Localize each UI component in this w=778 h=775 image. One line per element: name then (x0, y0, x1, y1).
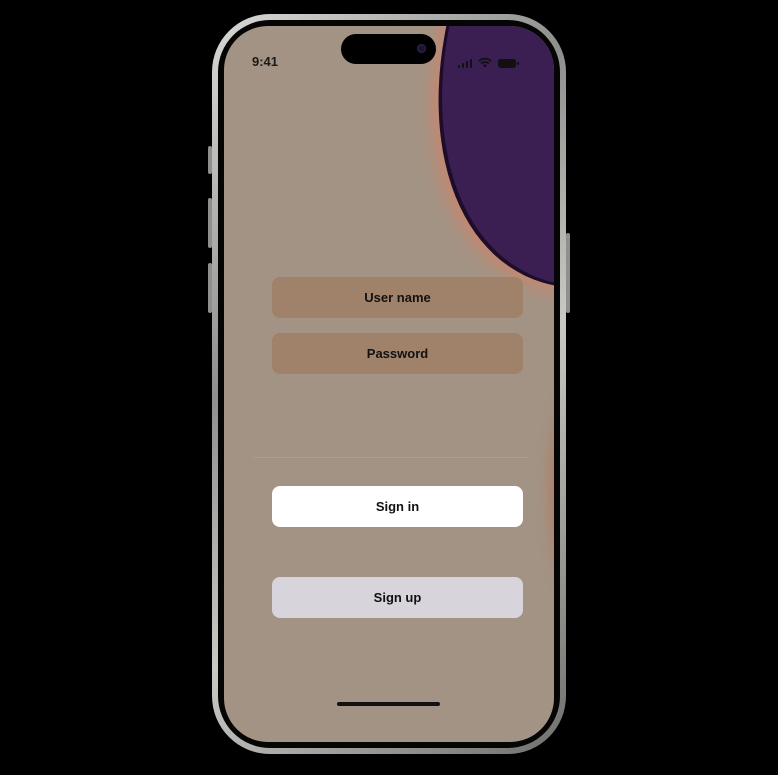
username-input[interactable]: User name (272, 277, 523, 318)
home-indicator[interactable] (337, 702, 440, 706)
sign-up-button[interactable]: Sign up (272, 577, 523, 618)
sign-in-button[interactable]: Sign in (272, 486, 523, 527)
power-button (566, 233, 570, 313)
section-divider (254, 457, 529, 458)
status-icons (457, 56, 519, 68)
status-time: 9:41 (252, 54, 279, 69)
phone-screen: 9:41 User name Password Sign in Sign up (224, 26, 554, 742)
wifi-icon (478, 57, 492, 68)
dynamic-island (341, 34, 436, 64)
password-input[interactable]: Password (272, 333, 523, 374)
cellular-signal-icon (457, 58, 472, 68)
background-orange-glow (544, 366, 554, 616)
camera-icon (417, 44, 426, 53)
battery-icon (498, 59, 519, 68)
